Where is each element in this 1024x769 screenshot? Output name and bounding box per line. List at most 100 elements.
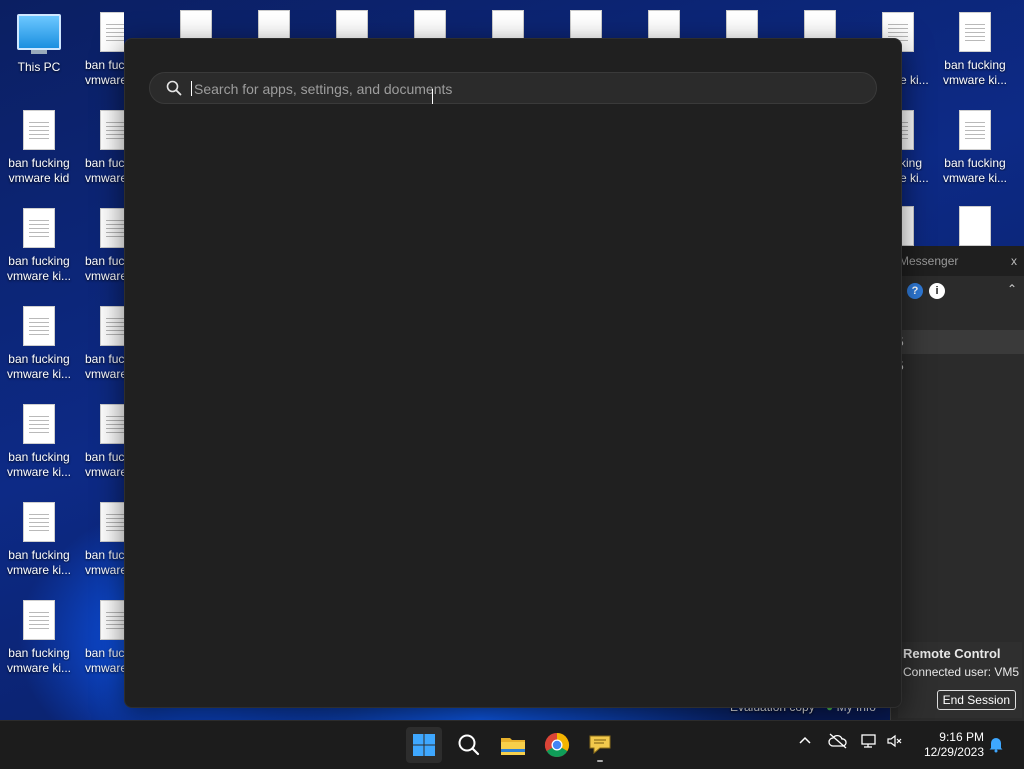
close-icon[interactable]: x [1011, 246, 1017, 276]
desktop-icon-label: vmware ki... [942, 73, 1007, 87]
text-document-icon [100, 208, 124, 248]
computer-icon [17, 14, 61, 54]
desktop-icon-label: vmware [85, 661, 124, 675]
text-document-icon [23, 502, 55, 542]
text-document-icon[interactable] [258, 10, 290, 40]
chrome-button[interactable] [539, 727, 575, 763]
search-box[interactable] [149, 72, 877, 104]
chevron-up-icon[interactable]: ⌃ [1007, 282, 1017, 296]
desktop-icon-label: vmware ki... [6, 661, 71, 675]
text-document-icon[interactable] [726, 10, 758, 40]
desktop-icon-label: ban fucking [8, 254, 70, 268]
desktop-icon-file[interactable]: ban fucking vmware ki... [0, 206, 78, 284]
desktop-icon-file[interactable]: ban fuc vmware [78, 10, 124, 88]
text-document-icon [100, 306, 124, 346]
desktop-icon-label: ban fucking [8, 352, 70, 366]
desktop-icon-label: ban fuc [85, 450, 124, 464]
text-document-icon [100, 502, 124, 542]
remote-control-panel: Remote Control Connected user: VM5 End S… [898, 642, 1022, 718]
text-document-icon [100, 12, 124, 52]
desktop-icon-label: ban fuc [85, 548, 124, 562]
desktop-icon-file[interactable]: ban fuc vmware [78, 598, 124, 676]
connected-user-text: Connected user: VM5 [903, 665, 1020, 679]
taskbar: 9:16 PM 12/29/2023 [0, 720, 1024, 769]
text-document-icon [100, 110, 124, 150]
text-document-icon [100, 404, 124, 444]
desktop-icon-file[interactable]: ban fuc vmware [78, 304, 124, 382]
text-document-icon [959, 12, 991, 52]
desktop-icon-label: vmware [85, 269, 124, 283]
list-item[interactable]: 5 [891, 330, 1024, 354]
desktop-icon-file[interactable]: ban fucking vmware ki... [936, 10, 1014, 88]
text-document-icon[interactable] [414, 10, 446, 40]
search-input[interactable] [192, 77, 856, 101]
desktop-icon-label: ban fucking [8, 646, 70, 660]
cloud-offline-icon[interactable] [828, 733, 848, 752]
messenger-titlebar[interactable]: Messenger x [891, 246, 1024, 276]
remote-control-title: Remote Control [903, 646, 1001, 661]
text-document-icon [23, 404, 55, 444]
clock-time: 9:16 PM [939, 730, 984, 744]
desktop-icon-file[interactable]: ban fuc vmware [78, 108, 124, 186]
text-document-icon[interactable] [959, 206, 991, 246]
file-explorer-button[interactable] [495, 727, 531, 763]
desktop-icon-file[interactable]: ban fucking vmware ki... [0, 304, 78, 382]
list-item[interactable]: 5 [891, 354, 1024, 378]
text-document-icon[interactable] [180, 10, 212, 40]
search-icon [458, 734, 480, 756]
desktop-icon-label: vmware ki... [6, 465, 71, 479]
desktop-icon-file[interactable]: ban fucking vmware ki... [936, 108, 1014, 186]
text-document-icon[interactable] [648, 10, 680, 40]
file-explorer-icon [501, 738, 525, 755]
desktop-icon-label: vmware [85, 73, 124, 87]
chevron-up-icon[interactable] [798, 733, 812, 750]
running-indicator [597, 760, 603, 762]
text-document-icon [100, 600, 124, 640]
desktop-icon-label: vmware [85, 367, 124, 381]
desktop-icon-label: ban fucking [8, 156, 70, 170]
text-document-icon [23, 208, 55, 248]
desktop-icon-file[interactable]: ban fucking vmware ki... [0, 402, 78, 480]
clock-date: 12/29/2023 [923, 745, 984, 759]
messenger-toolbar: ? i ⌃ [891, 276, 1024, 306]
desktop-icon-file[interactable]: ban fuc vmware [78, 206, 124, 284]
desktop-icon-file[interactable]: ban fucking vmware ki... [0, 598, 78, 676]
text-document-icon[interactable] [570, 10, 602, 40]
end-session-button[interactable]: End Session [936, 690, 1016, 710]
text-document-icon [23, 306, 55, 346]
ibeam-cursor-icon [432, 89, 435, 104]
desktop-icon-label: ban fuc [85, 352, 124, 366]
text-document-icon[interactable] [336, 10, 368, 40]
desktop-icon-label: vmware [85, 171, 124, 185]
desktop-icon-label: This PC [17, 60, 61, 74]
messenger-title: Messenger [899, 254, 959, 268]
desktop-icon-label: ban fuc [85, 58, 124, 72]
network-icon[interactable] [860, 733, 878, 752]
desktop-icon-label: vmware [85, 465, 124, 479]
text-document-icon[interactable] [804, 10, 836, 40]
text-document-icon[interactable] [492, 10, 524, 40]
info-icon[interactable]: i [929, 283, 945, 299]
desktop-icon-label: vmware ki... [6, 269, 71, 283]
desktop-icon-label: ban fuc [85, 254, 124, 268]
volume-muted-icon[interactable] [886, 733, 904, 752]
desktop-icon-file[interactable]: ban fucking vmware ki... [0, 500, 78, 578]
chrome-icon [544, 733, 570, 758]
messenger-app-button[interactable] [582, 727, 618, 763]
text-document-icon [23, 600, 55, 640]
clock[interactable]: 9:16 PM 12/29/2023 [916, 730, 984, 760]
help-icon[interactable]: ? [907, 283, 923, 299]
desktop-icon-file[interactable]: ban fucking vmware kid [0, 108, 78, 186]
desktop-icon-label: ban fucking [944, 58, 1006, 72]
desktop-icon-label: ban fucking [8, 548, 70, 562]
taskbar-search-button[interactable] [451, 727, 487, 763]
search-icon [166, 80, 182, 96]
start-button[interactable] [406, 727, 442, 763]
desktop-icon-file[interactable]: ban fuc vmware [78, 402, 124, 480]
notification-bell-icon[interactable] [988, 735, 1004, 756]
windows-start-icon [413, 734, 435, 756]
desktop-icon-file[interactable]: ban fuc vmware [78, 500, 124, 578]
desktop-icon-this-pc[interactable]: This PC [0, 10, 78, 75]
desktop-icon-label: vmware ki... [6, 563, 71, 577]
list-item[interactable]: l [891, 306, 1024, 330]
